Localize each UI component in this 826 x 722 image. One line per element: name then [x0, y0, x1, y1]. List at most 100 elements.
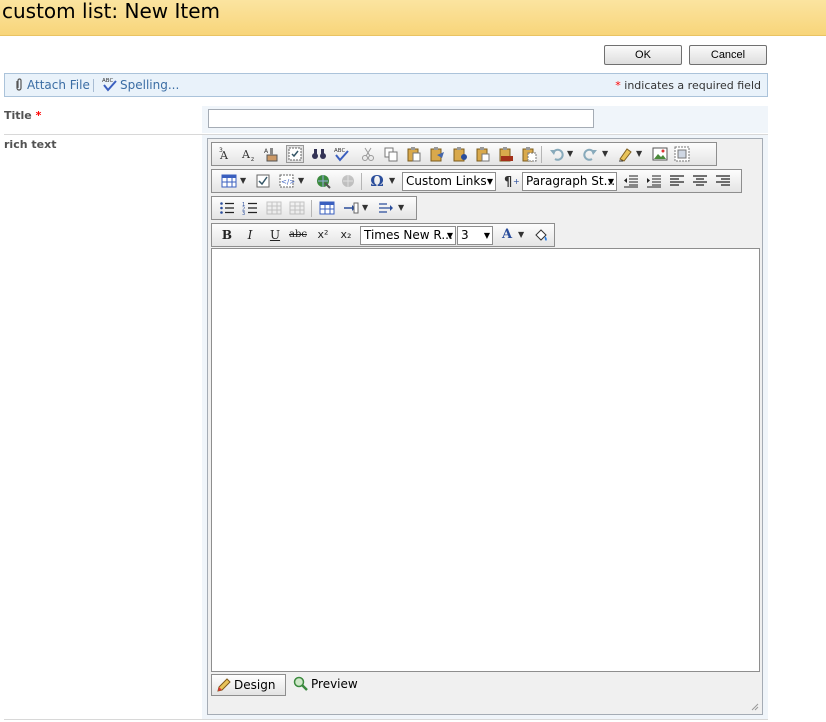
highlight-color-icon[interactable] — [533, 227, 549, 243]
redo-dropdown-arrow[interactable]: ▼ — [602, 146, 610, 162]
editor-toolbar-row-2: ▼ </> ▼ Ω ▼ Custom Links ▼ ¶ + Paragraph S… — [211, 169, 742, 193]
paste-icon[interactable] — [406, 146, 422, 162]
align-center-icon[interactable] — [692, 173, 708, 189]
spelling-icon: ABC — [102, 76, 118, 92]
remove-link-icon[interactable] — [340, 173, 356, 189]
undo-icon[interactable] — [549, 146, 565, 162]
paste-text-icon[interactable] — [429, 146, 445, 162]
preview-mode-label: Preview — [311, 677, 358, 691]
superscript-button[interactable]: x² — [314, 227, 332, 243]
svg-text:A: A — [264, 148, 269, 155]
align-right-icon[interactable] — [715, 173, 731, 189]
attach-file-link[interactable]: Attach File — [27, 78, 90, 92]
format-painter-icon[interactable]: A — [264, 146, 280, 162]
insert-link-icon[interactable] — [315, 173, 331, 189]
outdent-icon[interactable] — [623, 173, 639, 189]
copy-icon[interactable] — [383, 146, 399, 162]
insert-image-icon[interactable] — [652, 146, 668, 162]
cut-icon[interactable] — [360, 146, 376, 162]
spelling-link[interactable]: Spelling... — [120, 78, 179, 92]
special-character-dropdown-arrow[interactable]: ▼ — [389, 173, 397, 189]
underline-button[interactable]: U — [266, 227, 284, 243]
split-cells-icon[interactable] — [378, 200, 394, 216]
spell-check-icon[interactable]: ABC — [334, 146, 350, 162]
chevron-down-icon: ▼ — [486, 177, 493, 186]
editor-toolbar-row-1: A3 Az A ABC ▼ ▼ ▼ — [211, 142, 717, 166]
css-class-select-value: Custom Links — [406, 174, 487, 188]
magnifier-icon — [293, 676, 309, 692]
snippet-dropdown-arrow[interactable]: ▼ — [298, 173, 306, 189]
svg-text:+: + — [513, 177, 519, 186]
image-properties-icon[interactable] — [674, 146, 690, 162]
table-insert-row-icon[interactable] — [266, 200, 282, 216]
resize-grip-icon[interactable] — [749, 701, 759, 711]
redo-icon[interactable] — [582, 146, 598, 162]
title-required-star: * — [35, 109, 42, 122]
check-box-icon[interactable] — [255, 173, 271, 189]
paragraph-style-icon[interactable]: ¶ + — [503, 173, 519, 189]
font-color-dropdown-arrow[interactable]: ▼ — [518, 227, 526, 243]
table-dropdown-arrow[interactable]: ▼ — [240, 173, 248, 189]
align-left-icon[interactable] — [669, 173, 685, 189]
undo-dropdown-arrow[interactable]: ▼ — [567, 146, 575, 162]
required-field-note: * indicates a required field — [615, 79, 761, 92]
svg-text:¶: ¶ — [504, 175, 512, 189]
font-name-select[interactable]: Times New R... ▼ — [360, 226, 456, 245]
pencil-icon — [216, 677, 232, 693]
cancel-button[interactable]: Cancel — [689, 45, 767, 65]
design-mode-tab[interactable]: Design — [211, 674, 286, 696]
title-label-text: Title — [4, 109, 32, 122]
paste-html-icon[interactable] — [498, 146, 514, 162]
split-cells-dropdown-arrow[interactable]: ▼ — [398, 200, 406, 216]
toolbar-separator — [311, 200, 312, 217]
clear-format-icon[interactable] — [617, 146, 633, 162]
chevron-down-icon: ▼ — [607, 177, 614, 186]
font-size-select[interactable]: 3 ▼ — [457, 226, 493, 245]
bold-button[interactable]: B — [218, 227, 236, 243]
table-properties-icon[interactable] — [319, 200, 335, 216]
svg-text:3: 3 — [242, 211, 245, 216]
preview-mode-tab[interactable]: Preview — [289, 674, 369, 696]
font-size-increase-icon[interactable]: A3 — [218, 146, 234, 162]
design-mode-label: Design — [234, 678, 276, 692]
paragraph-style-select-value: Paragraph St... — [526, 174, 616, 188]
rich-text-label: rich text — [4, 138, 57, 151]
title-input[interactable] — [208, 109, 594, 128]
required-star: * — [615, 79, 621, 92]
indent-icon[interactable] — [646, 173, 662, 189]
font-color-button[interactable]: A — [498, 227, 516, 243]
paste-plain-icon[interactable] — [475, 146, 491, 162]
row-divider-bottom — [4, 719, 768, 720]
select-all-icon[interactable] — [286, 145, 304, 163]
subscript-button[interactable]: x₂ — [337, 227, 355, 243]
special-character-button[interactable]: Ω — [368, 173, 386, 189]
numbered-list-icon[interactable]: 123 — [242, 200, 258, 216]
rich-text-editor: A3 Az A ABC ▼ ▼ ▼ ▼ </> ▼ Ω ▼ Custom Lin… — [207, 138, 763, 715]
font-name-select-value: Times New R... — [364, 228, 453, 242]
strikethrough-button[interactable]: abc — [289, 227, 307, 243]
rich-text-content-area[interactable] — [211, 248, 760, 672]
find-icon[interactable] — [311, 146, 327, 162]
bulleted-list-icon[interactable] — [219, 200, 235, 216]
table-insert-column-icon[interactable] — [289, 200, 305, 216]
page-title: custom list: New Item — [2, 0, 220, 23]
page-title-bar: custom list: New Item — [0, 0, 826, 36]
title-label: Title * — [4, 109, 41, 122]
paste-special-icon[interactable] — [521, 146, 537, 162]
merge-cells-dropdown-arrow[interactable]: ▼ — [362, 200, 370, 216]
insert-table-icon[interactable] — [221, 173, 237, 189]
paragraph-style-select[interactable]: Paragraph St... ▼ — [522, 172, 617, 191]
css-class-select[interactable]: Custom Links ▼ — [402, 172, 496, 191]
required-note-text: indicates a required field — [624, 79, 761, 92]
editor-toolbar-row-4: B I U abc x² x₂ Times New R... ▼ 3 ▼ A ▼ — [211, 223, 555, 247]
merge-cells-icon[interactable] — [343, 200, 359, 216]
ok-button[interactable]: OK — [604, 45, 682, 65]
editor-mode-bar: Design Preview — [211, 674, 760, 696]
font-size-decrease-icon[interactable]: Az — [241, 146, 257, 162]
italic-button[interactable]: I — [241, 227, 259, 243]
paste-word-icon[interactable] — [452, 146, 468, 162]
clear-format-dropdown-arrow[interactable]: ▼ — [636, 146, 644, 162]
insert-snippet-icon[interactable]: </> — [279, 173, 295, 189]
toolbar-separator — [541, 146, 542, 163]
svg-text:A: A — [241, 148, 251, 161]
